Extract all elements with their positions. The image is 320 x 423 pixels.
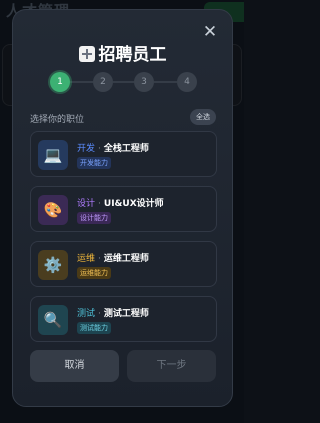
close-icon[interactable]: ✕ [203, 22, 217, 42]
role-badge: 测试能力 [77, 322, 111, 334]
magnifier-icon: 🔍 [38, 305, 68, 335]
role-job: UI&UX设计师 [103, 199, 164, 209]
section-label: 选择你的职位 [30, 115, 85, 125]
role-category: 设计 [77, 199, 96, 209]
hire-employee-modal: ✕ 招聘员工 1 2 3 4 选择你的职位 全选 💻 开发 · 全栈工程师 开发能力… [12, 9, 233, 407]
modal-title: 招聘员工 [13, 40, 232, 65]
role-badge: 开发能力 [77, 157, 111, 169]
step-connector [154, 81, 177, 83]
role-category: 运维 [77, 254, 96, 264]
close-button[interactable]: ✕ [202, 22, 218, 42]
select-all-button[interactable]: 全选 [190, 109, 216, 125]
role-job: 运维工程师 [103, 254, 149, 264]
step-2: 2 [93, 72, 113, 92]
cancel-button[interactable]: 取消 [30, 350, 119, 382]
next-step-button[interactable]: 下一步 [127, 350, 216, 382]
role-option-ops[interactable]: ⚙️ 运维 · 运维工程师 运维能力 [30, 241, 217, 287]
role-option-qa[interactable]: 🔍 测试 · 测试工程师 测试能力 [30, 296, 217, 342]
role-title: 运维 · 运维工程师 [77, 254, 149, 264]
step-indicator: 1 2 3 4 [50, 72, 197, 92]
role-option-dev[interactable]: 💻 开发 · 全栈工程师 开发能力 [30, 131, 217, 177]
role-badge: 设计能力 [77, 212, 111, 224]
laptop-icon: 💻 [38, 140, 68, 170]
role-list: 💻 开发 · 全栈工程师 开发能力 🎨 设计 · UI&UX设计师 设计能力 ⚙️ 运维… [30, 131, 217, 351]
role-category: 开发 [77, 144, 96, 154]
role-category: 测试 [77, 309, 96, 319]
plus-icon [78, 46, 95, 62]
step-4: 4 [177, 72, 197, 92]
role-option-design[interactable]: 🎨 设计 · UI&UX设计师 设计能力 [30, 186, 217, 232]
step-connector [113, 81, 134, 83]
role-title: 开发 · 全栈工程师 [77, 144, 149, 154]
role-title: 测试 · 测试工程师 [77, 309, 149, 319]
role-job: 全栈工程师 [103, 144, 149, 154]
role-badge: 运维能力 [77, 267, 111, 279]
step-3: 3 [134, 72, 154, 92]
step-1: 1 [50, 72, 70, 92]
step-connector [70, 81, 93, 83]
palette-icon: 🎨 [38, 195, 68, 225]
modal-title-text: 招聘员工 [98, 45, 167, 65]
gear-icon: ⚙️ [38, 250, 68, 280]
role-job: 测试工程师 [103, 309, 149, 319]
role-title: 设计 · UI&UX设计师 [77, 199, 164, 209]
